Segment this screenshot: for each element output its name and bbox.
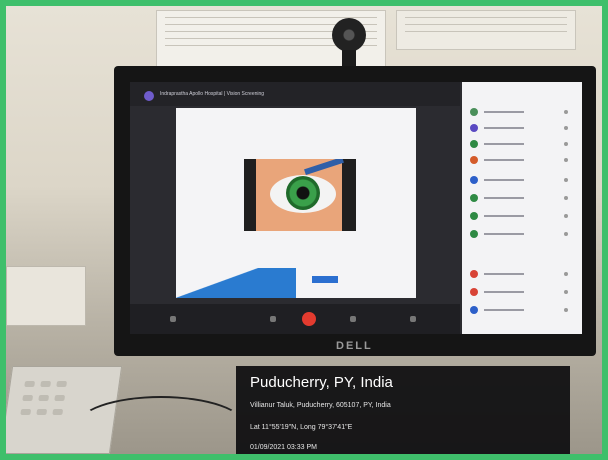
participant-row[interactable] bbox=[470, 228, 574, 240]
cable bbox=[76, 396, 246, 454]
location-title: Puducherry, PY, India bbox=[250, 374, 393, 391]
chat-icon[interactable] bbox=[410, 316, 416, 322]
timestamp-text: 01/09/2021 03:33 PM bbox=[250, 444, 317, 451]
shelf bbox=[6, 266, 86, 326]
share-icon[interactable] bbox=[350, 316, 356, 322]
coordinates-text: Lat 11°55'19"N, Long 79°37'41"E bbox=[250, 424, 353, 431]
participant-row[interactable] bbox=[470, 304, 574, 316]
participant-row[interactable] bbox=[470, 106, 574, 118]
decorative-shape bbox=[176, 268, 296, 298]
participant-row[interactable] bbox=[470, 138, 574, 150]
wall-notice-2 bbox=[396, 10, 576, 50]
app-logo-icon bbox=[144, 91, 154, 101]
monitor-brand: DELL bbox=[336, 340, 373, 352]
participant-row[interactable] bbox=[470, 286, 574, 298]
end-call-button[interactable] bbox=[302, 312, 316, 326]
address-text: Villianur Taluk, Puducherry, 605107, PY,… bbox=[250, 402, 391, 409]
iris bbox=[286, 176, 320, 210]
participant-row[interactable] bbox=[470, 174, 574, 186]
participants-panel bbox=[462, 82, 582, 334]
call-toolbar bbox=[130, 304, 460, 334]
app-title: Indraprastha Apollo Hospital | Vision Sc… bbox=[160, 91, 265, 97]
shared-content bbox=[176, 108, 416, 298]
eye-image bbox=[244, 159, 356, 231]
app-titlebar: Indraprastha Apollo Hospital | Vision Sc… bbox=[130, 82, 460, 106]
participant-row[interactable] bbox=[470, 122, 574, 134]
photo-frame: DELL Indraprastha Apollo Hospital | Visi… bbox=[6, 6, 602, 454]
participant-row[interactable] bbox=[470, 192, 574, 204]
participant-row[interactable] bbox=[470, 268, 574, 280]
webcam-icon bbox=[332, 18, 366, 52]
video-call-screen: Indraprastha Apollo Hospital | Vision Sc… bbox=[130, 82, 582, 334]
geotag-overlay: Puducherry, PY, India Villianur Taluk, P… bbox=[236, 366, 570, 454]
participant-row[interactable] bbox=[470, 154, 574, 166]
mic-icon[interactable] bbox=[270, 316, 276, 322]
start-button[interactable] bbox=[312, 276, 338, 283]
participant-row[interactable] bbox=[470, 210, 574, 222]
camera-icon[interactable] bbox=[170, 316, 176, 322]
